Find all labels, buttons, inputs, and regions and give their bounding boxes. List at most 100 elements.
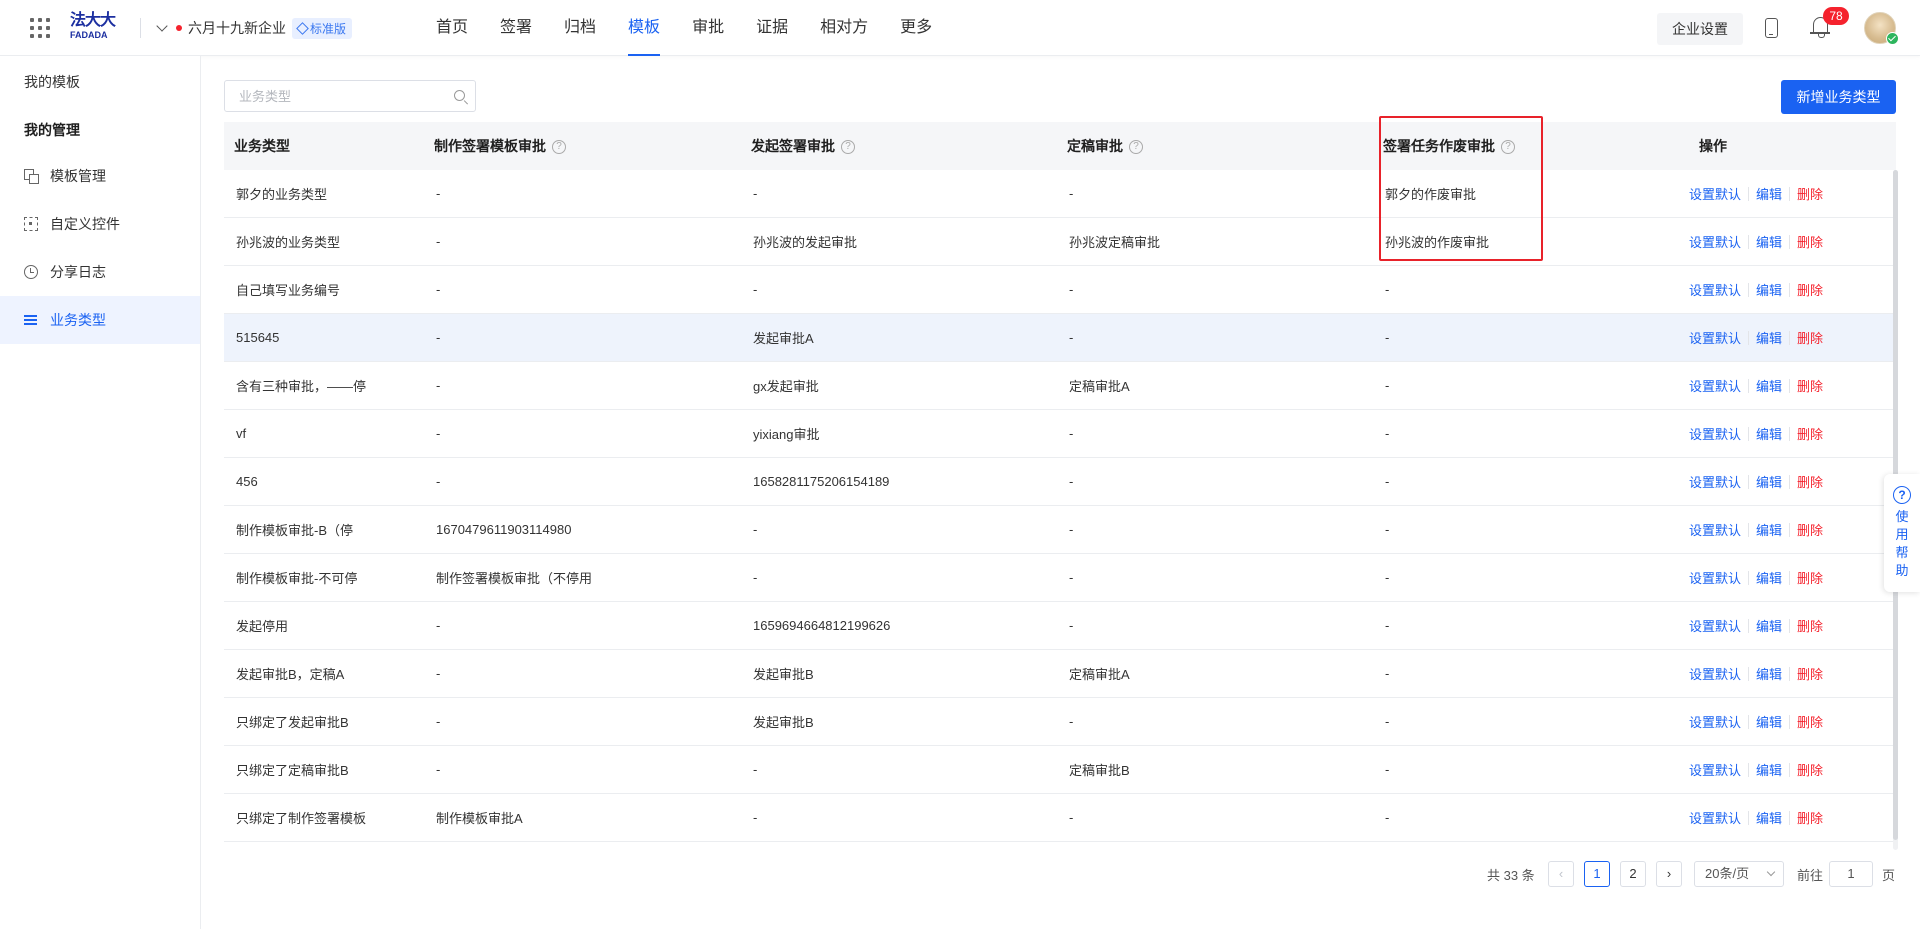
set-default-link[interactable]: 设置默认 [1689,808,1741,827]
set-default-link[interactable]: 设置默认 [1689,376,1741,395]
set-default-link[interactable]: 设置默认 [1689,520,1741,539]
search-input[interactable] [225,81,435,111]
delete-link[interactable]: 删除 [1797,280,1823,299]
action-divider [1789,234,1791,249]
row-actions: 设置默认 编辑 删除 [1689,664,1896,683]
fadada-logo[interactable]: 法大大 FADADA [70,12,122,44]
edit-link[interactable]: 编辑 [1756,472,1782,491]
action-divider [1789,186,1791,201]
col-template-approval: 制作签署模板审批? [424,136,741,156]
edit-link[interactable]: 编辑 [1756,616,1782,635]
nav-sign[interactable]: 签署 [484,0,548,56]
delete-link[interactable]: 删除 [1797,184,1823,203]
prev-page-button[interactable]: ‹ [1548,861,1574,887]
goto-page-input[interactable]: 1 [1829,861,1873,887]
page-button-1[interactable]: 1 [1584,861,1610,887]
action-divider [1748,666,1750,681]
cell-template-approval: - [436,378,441,393]
nav-evidence[interactable]: 证据 [740,0,804,56]
edit-link[interactable]: 编辑 [1756,184,1782,203]
action-divider [1789,570,1791,585]
set-default-link[interactable]: 设置默认 [1689,760,1741,779]
cell-finalize-approval: 定稿审批A [1069,667,1130,682]
sidebar-item-label: 业务类型 [50,312,106,328]
cell-void-approval: - [1385,618,1390,633]
cell-finalize-approval: 定稿审批A [1069,379,1130,394]
add-business-type-button[interactable]: 新增业务类型 [1781,80,1896,114]
set-default-link[interactable]: 设置默认 [1689,232,1741,251]
delete-link[interactable]: 删除 [1797,232,1823,251]
mobile-icon[interactable] [1765,18,1778,38]
delete-link[interactable]: 删除 [1797,424,1823,443]
help-float-button[interactable]: ? 使用帮助 [1884,474,1920,592]
nav-home[interactable]: 首页 [420,0,484,56]
delete-link[interactable]: 删除 [1797,712,1823,731]
cell-initiate-approval: 1658281175206154189 [753,474,890,489]
delete-link[interactable]: 删除 [1797,472,1823,491]
set-default-link[interactable]: 设置默认 [1689,616,1741,635]
help-icon[interactable]: ? [552,140,566,155]
next-page-button[interactable]: › [1656,861,1682,887]
delete-link[interactable]: 删除 [1797,808,1823,827]
edit-link[interactable]: 编辑 [1756,424,1782,443]
nav-approval[interactable]: 审批 [676,0,740,56]
set-default-link[interactable]: 设置默认 [1689,568,1741,587]
delete-link[interactable]: 删除 [1797,376,1823,395]
sidebar-item-business-types[interactable]: 业务类型 [0,296,200,344]
set-default-link[interactable]: 设置默认 [1689,424,1741,443]
table-row: 发起审批B，定稿A - 发起审批B 定稿审批A - 设置默认 编辑 删除 [224,650,1896,698]
column-header-label: 发起签署审批 [751,138,835,154]
edit-link[interactable]: 编辑 [1756,664,1782,683]
edit-link[interactable]: 编辑 [1756,232,1782,251]
template-icon [24,169,39,184]
nav-archive[interactable]: 归档 [548,0,612,56]
set-default-link[interactable]: 设置默认 [1689,712,1741,731]
set-default-link[interactable]: 设置默认 [1689,328,1741,347]
delete-link[interactable]: 删除 [1797,664,1823,683]
action-divider [1748,474,1750,489]
set-default-link[interactable]: 设置默认 [1689,280,1741,299]
diamond-icon [296,21,309,35]
col-initiate-approval: 发起签署审批? [741,136,1057,156]
page-button-2[interactable]: 2 [1620,861,1646,887]
edit-link[interactable]: 编辑 [1756,328,1782,347]
delete-link[interactable]: 删除 [1797,616,1823,635]
sidebar-item-custom-controls[interactable]: 自定义控件 [0,200,200,248]
column-header-label: 制作签署模板审批 [434,138,546,154]
page-size-select[interactable]: 20条/页 [1694,861,1784,887]
edit-link[interactable]: 编辑 [1756,808,1782,827]
edit-link[interactable]: 编辑 [1756,760,1782,779]
col-void-approval: 签署任务作废审批? [1373,136,1689,156]
help-icon[interactable]: ? [1501,140,1515,155]
delete-link[interactable]: 删除 [1797,568,1823,587]
action-divider [1789,522,1791,537]
delete-link[interactable]: 删除 [1797,328,1823,347]
set-default-link[interactable]: 设置默认 [1689,184,1741,203]
table-header: 业务类型 制作签署模板审批? 发起签署审批? 定稿审批? 签署任务作废审批? 操… [224,122,1896,170]
app-grid-icon[interactable] [30,18,50,38]
edit-link[interactable]: 编辑 [1756,520,1782,539]
set-default-link[interactable]: 设置默认 [1689,664,1741,683]
search-icon[interactable] [454,90,465,101]
nav-more[interactable]: 更多 [884,0,948,56]
help-icon[interactable]: ? [841,140,855,155]
company-switcher[interactable]: 六月十九新企业 标准版 [156,16,353,40]
action-divider [1748,378,1750,393]
edit-link[interactable]: 编辑 [1756,568,1782,587]
nav-counterparty[interactable]: 相对方 [804,0,884,56]
sidebar-item-template-management[interactable]: 模板管理 [0,152,200,200]
edit-link[interactable]: 编辑 [1756,280,1782,299]
delete-link[interactable]: 删除 [1797,520,1823,539]
nav-templates[interactable]: 模板 [612,0,676,56]
table-row: vf - yixiang审批 - - 设置默认 编辑 删除 [224,410,1896,458]
delete-link[interactable]: 删除 [1797,760,1823,779]
edit-link[interactable]: 编辑 [1756,712,1782,731]
enterprise-settings-button[interactable]: 企业设置 [1657,13,1743,45]
cell-business-type: 孙兆波的业务类型 [236,235,341,250]
set-default-link[interactable]: 设置默认 [1689,472,1741,491]
help-icon[interactable]: ? [1129,140,1143,155]
edit-link[interactable]: 编辑 [1756,376,1782,395]
sidebar-section-my-templates[interactable]: 我的模板 [24,72,80,92]
sidebar-item-share-log[interactable]: 分享日志 [0,248,200,296]
action-divider [1789,666,1791,681]
